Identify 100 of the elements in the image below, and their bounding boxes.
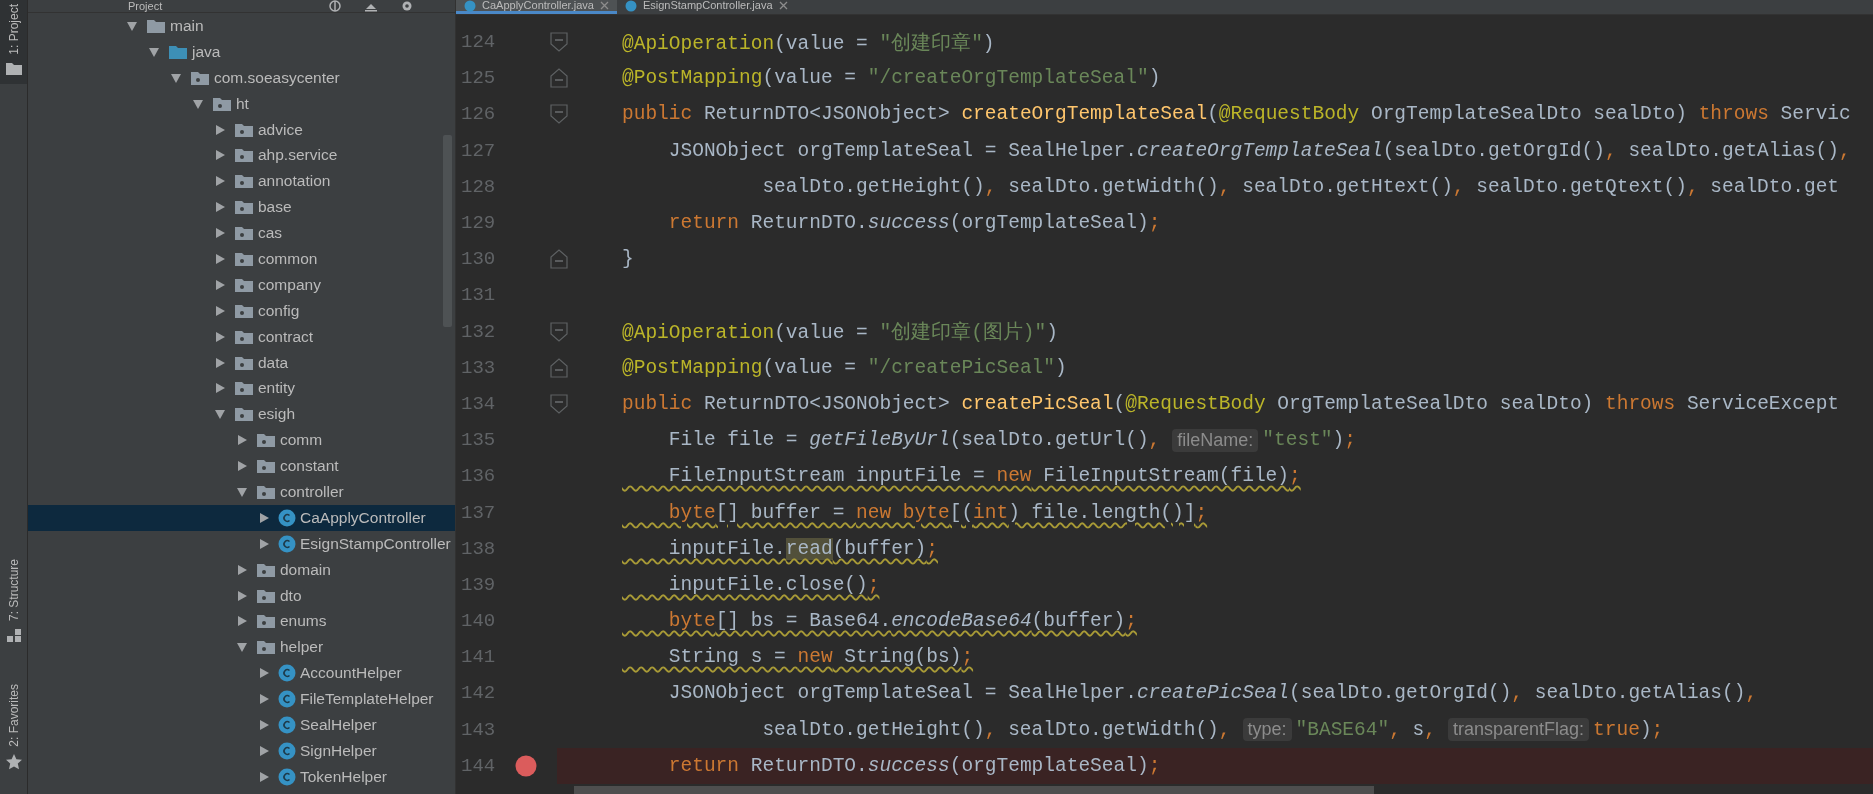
class-icon bbox=[278, 690, 296, 709]
tree-item[interactable]: advice bbox=[28, 116, 455, 143]
parameter-hint: fileName: bbox=[1172, 428, 1259, 452]
package-icon bbox=[234, 199, 254, 216]
close-icon bbox=[599, 1, 609, 10]
folder-icon bbox=[168, 43, 188, 60]
tree-item[interactable]: company bbox=[28, 271, 455, 298]
target-icon bbox=[327, 0, 343, 12]
code-text: } bbox=[622, 248, 634, 271]
tree-item[interactable]: domain bbox=[28, 556, 455, 583]
code-text: JSONObject orgTemplateSeal = SealHelper.createPicSeal(sealDto.getOrgId(), sealDto.getAlias(), bbox=[667, 682, 1758, 705]
class-icon bbox=[278, 508, 296, 527]
line-number: 132 bbox=[460, 320, 497, 343]
line-number: 135 bbox=[460, 429, 497, 452]
line-number: 134 bbox=[460, 392, 497, 415]
line-number: 133 bbox=[460, 356, 497, 379]
fold-marker-icon bbox=[550, 321, 568, 342]
tree-item[interactable]: constant bbox=[28, 453, 455, 480]
folder-icon bbox=[146, 17, 166, 34]
package-icon bbox=[256, 561, 276, 578]
tree-item[interactable]: controller bbox=[28, 479, 455, 505]
class-icon bbox=[464, 0, 476, 12]
tree-item[interactable]: TokenHelper bbox=[28, 763, 455, 790]
tool-window-tab[interactable]: 1: Project bbox=[0, 0, 27, 84]
tree-item[interactable]: ht bbox=[28, 90, 455, 117]
package-icon bbox=[256, 458, 276, 475]
line-number: 143 bbox=[460, 718, 497, 741]
package-icon bbox=[212, 95, 232, 112]
line-number: 144 bbox=[460, 754, 497, 777]
package-icon bbox=[234, 147, 254, 164]
code-text: sealDto.getHeight(), sealDto.getWidth(), bbox=[761, 718, 1231, 741]
tree-item[interactable]: CaApplyController bbox=[28, 504, 455, 531]
code-text: inputFile.close(); bbox=[667, 573, 880, 596]
package-icon bbox=[234, 328, 254, 345]
line-number: 136 bbox=[460, 465, 497, 488]
tree-item[interactable]: data bbox=[28, 349, 455, 376]
panel-title[interactable]: Project bbox=[128, 0, 163, 13]
package-icon bbox=[234, 250, 254, 267]
tool-window-tab[interactable]: 2: Favorites bbox=[0, 680, 27, 776]
package-icon bbox=[234, 173, 254, 190]
tree-item[interactable]: EsignStampController bbox=[28, 530, 455, 557]
tree-item[interactable]: java bbox=[28, 38, 455, 65]
parameter-hint: transparentFlag: bbox=[1448, 718, 1590, 742]
package-icon bbox=[234, 380, 254, 397]
tree-item[interactable]: cas bbox=[28, 220, 455, 246]
tree-item[interactable]: common bbox=[28, 246, 455, 272]
package-icon bbox=[234, 276, 254, 293]
package-icon bbox=[234, 121, 254, 138]
line-number: 125 bbox=[460, 67, 497, 90]
editor-tab[interactable]: EsignStampController.java bbox=[616, 0, 796, 14]
fold-marker-icon bbox=[550, 32, 568, 53]
code-text: @ApiOperation(value = "创建印章(图片)") bbox=[622, 320, 1058, 346]
tree-item[interactable]: comm bbox=[28, 427, 455, 454]
code-text: byte[] bs = Base64.encodeBase64(buffer); bbox=[667, 610, 1137, 633]
line-number: 124 bbox=[460, 31, 497, 54]
tree-item[interactable]: entity bbox=[28, 375, 455, 402]
tree-item[interactable]: FileTemplateHelper bbox=[28, 686, 455, 713]
package-icon bbox=[256, 432, 276, 449]
tree-item[interactable]: config bbox=[28, 297, 455, 324]
tool-window-tab[interactable]: 7: Structure bbox=[0, 555, 27, 651]
fold-marker-icon bbox=[550, 104, 568, 125]
tree-item[interactable]: com.soeasycenter bbox=[28, 64, 455, 91]
tree-item[interactable]: ahp.service bbox=[28, 142, 455, 169]
fold-marker-icon bbox=[550, 393, 568, 414]
package-icon bbox=[256, 587, 276, 604]
code-text: byte[] buffer = new byte[(int) file.length()]; bbox=[667, 501, 1208, 524]
tree-item[interactable]: helper bbox=[28, 634, 455, 661]
tree-item[interactable]: SignHelper bbox=[28, 737, 455, 764]
code-text: "BASE64", s, bbox=[1295, 718, 1436, 741]
breakpoint-icon[interactable] bbox=[515, 754, 537, 777]
editor-tab[interactable]: CaApplyController.java bbox=[456, 0, 617, 14]
code-text: return ReturnDTO.success(orgTemplateSeal); bbox=[667, 754, 1161, 777]
package-icon bbox=[256, 483, 276, 500]
tree-item[interactable]: annotation bbox=[28, 168, 455, 195]
code-text: JSONObject orgTemplateSeal = SealHelper.createOrgTemplateSeal(sealDto.getOrgId(), sealDto.getAlias(), bbox=[667, 139, 1851, 162]
line-number: 142 bbox=[460, 682, 497, 705]
tree-item[interactable]: AccountHelper bbox=[28, 660, 455, 687]
fold-marker-icon bbox=[550, 357, 568, 378]
class-icon bbox=[278, 534, 296, 553]
tree-item[interactable]: contract bbox=[28, 323, 455, 350]
parameter-hint: type: bbox=[1242, 718, 1292, 742]
code-text: String s = new String(bs); bbox=[667, 646, 974, 669]
line-number: 140 bbox=[460, 610, 497, 633]
tree-item[interactable]: enums bbox=[28, 608, 455, 635]
tree-item[interactable]: dto bbox=[28, 582, 455, 609]
class-icon bbox=[278, 664, 296, 683]
package-icon bbox=[190, 69, 210, 86]
code-text: @ApiOperation(value = "创建印章") bbox=[622, 31, 995, 56]
line-number: 130 bbox=[460, 248, 497, 271]
line-number: 126 bbox=[460, 103, 497, 126]
class-icon bbox=[624, 0, 637, 12]
line-number: 141 bbox=[460, 646, 497, 669]
line-number: 138 bbox=[460, 537, 497, 560]
tree-item[interactable]: SealHelper bbox=[28, 712, 455, 738]
scrollbar[interactable] bbox=[574, 786, 1374, 794]
tree-item[interactable]: main bbox=[28, 13, 455, 39]
class-icon bbox=[278, 741, 296, 760]
tree-item[interactable]: esigh bbox=[28, 401, 455, 428]
tree-item[interactable]: base bbox=[28, 194, 455, 221]
class-icon bbox=[278, 716, 296, 734]
